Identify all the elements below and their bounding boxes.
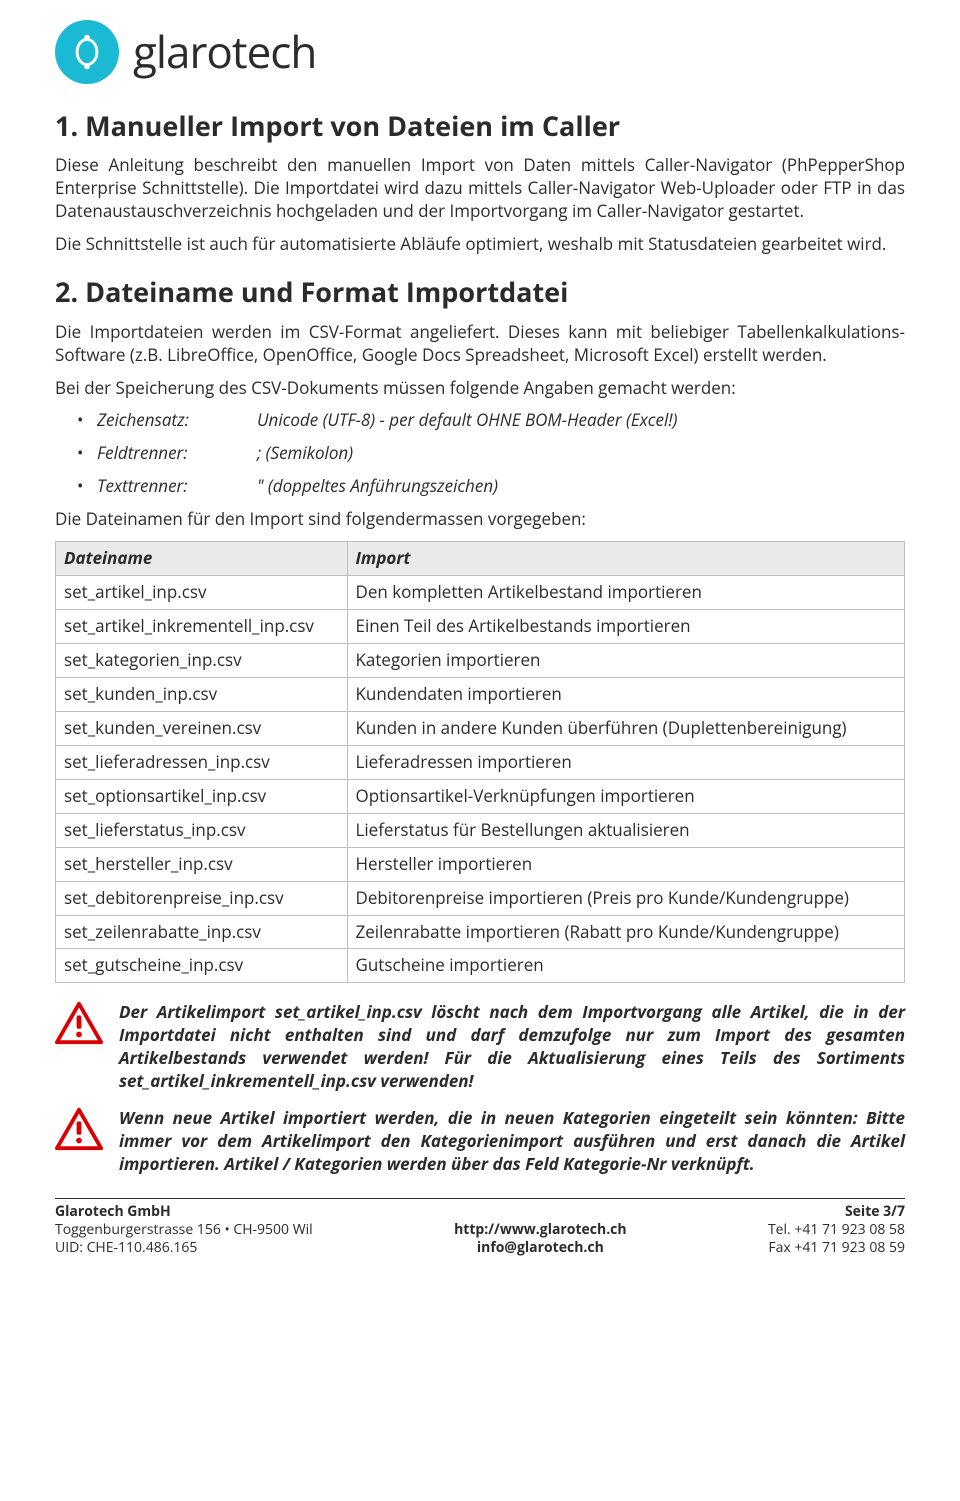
warning-1: Der Artikelimport set_artikel_inp.csv lö… [55, 1001, 905, 1093]
table-cell-import: Optionsartikel-Verknüpfungen importieren [347, 779, 905, 813]
setting-value: ; (Semikolon) [257, 441, 353, 464]
table-row: set_artikel_inkrementell_inp.csvEinen Te… [56, 610, 905, 644]
footer-left: Glarotech GmbH Toggenburgerstrasse 156 •… [55, 1203, 313, 1258]
table-cell-filename: set_lieferadressen_inp.csv [56, 745, 348, 779]
table-cell-import: Zeilenrabatte importieren (Rabatt pro Ku… [347, 915, 905, 949]
footer-center: http://www.glarotech.ch info@glarotech.c… [454, 1203, 627, 1258]
list-item: Zeichensatz:Unicode (UTF-8) - per defaul… [77, 409, 905, 432]
table-row: set_gutscheine_inp.csvGutscheine importi… [56, 949, 905, 983]
table-cell-filename: set_artikel_inkrementell_inp.csv [56, 610, 348, 644]
table-cell-filename: set_debitorenpreise_inp.csv [56, 881, 348, 915]
footer-email: info@glarotech.ch [477, 1238, 604, 1257]
page-footer: Glarotech GmbH Toggenburgerstrasse 156 •… [55, 1198, 905, 1258]
table-header: Import [347, 542, 905, 576]
list-item: Feldtrenner:; (Semikolon) [77, 442, 905, 465]
table-row: set_zeilenrabatte_inp.csvZeilenrabatte i… [56, 915, 905, 949]
brand-logo-icon [55, 20, 119, 84]
warning-text: Der Artikelimport set_artikel_inp.csv lö… [119, 1001, 905, 1093]
paragraph: Die Importdateien werden im CSV-Format a… [55, 321, 905, 367]
footer-page: Seite 3/7 [845, 1202, 905, 1221]
table-cell-filename: set_zeilenrabatte_inp.csv [56, 915, 348, 949]
table-cell-import: Debitorenpreise importieren (Preis pro K… [347, 881, 905, 915]
table-row: set_kategorien_inp.csvKategorien importi… [56, 644, 905, 678]
table-cell-filename: set_optionsartikel_inp.csv [56, 779, 348, 813]
warning-text: Wenn neue Artikel importiert werden, die… [119, 1107, 905, 1176]
table-cell-import: Kundendaten importieren [347, 677, 905, 711]
paragraph: Die Dateinamen für den Import sind folge… [55, 508, 905, 531]
warning-triangle-icon [55, 1001, 103, 1051]
paragraph: Bei der Speicherung des CSV-Dokuments mü… [55, 377, 905, 400]
list-item: Texttrenner:" (doppeltes Anführungszeich… [77, 475, 905, 498]
table-cell-import: Lieferstatus für Bestellungen aktualisie… [347, 813, 905, 847]
brand-header: glarotech [55, 20, 905, 84]
table-row: set_lieferstatus_inp.csvLieferstatus für… [56, 813, 905, 847]
csv-settings-list: Zeichensatz:Unicode (UTF-8) - per defaul… [77, 409, 905, 498]
table-cell-import: Gutscheine importieren [347, 949, 905, 983]
table-cell-import: Kunden in andere Kunden überführen (Dupl… [347, 711, 905, 745]
warning-triangle-icon [55, 1107, 103, 1157]
table-row: set_kunden_vereinen.csvKunden in andere … [56, 711, 905, 745]
heading-2: 2. Dateiname und Format Importdatei [55, 274, 905, 310]
brand-wordmark: glarotech [133, 22, 316, 81]
footer-fax: Fax +41 71 923 08 59 [768, 1238, 905, 1257]
table-row: set_debitorenpreise_inp.csvDebitorenprei… [56, 881, 905, 915]
filenames-table: Dateiname Import set_artikel_inp.csvDen … [55, 541, 905, 983]
table-cell-filename: set_kunden_inp.csv [56, 677, 348, 711]
table-header: Dateiname [56, 542, 348, 576]
table-row: set_kunden_inp.csvKundendaten importiere… [56, 677, 905, 711]
setting-value: " (doppeltes Anführungszeichen) [257, 474, 498, 497]
footer-company: Glarotech GmbH [55, 1202, 171, 1221]
warning-2: Wenn neue Artikel importiert werden, die… [55, 1107, 905, 1176]
paragraph: Die Schnittstelle ist auch für automatis… [55, 233, 905, 256]
setting-key: Texttrenner: [97, 475, 257, 498]
setting-key: Zeichensatz: [97, 409, 257, 432]
table-cell-filename: set_kunden_vereinen.csv [56, 711, 348, 745]
setting-key: Feldtrenner: [97, 442, 257, 465]
paragraph: Diese Anleitung beschreibt den manuellen… [55, 154, 905, 223]
setting-value: Unicode (UTF-8) - per default OHNE BOM-H… [257, 408, 677, 431]
table-cell-import: Einen Teil des Artikelbestands importier… [347, 610, 905, 644]
table-cell-import: Lieferadressen importieren [347, 745, 905, 779]
table-cell-filename: set_hersteller_inp.csv [56, 847, 348, 881]
table-cell-filename: set_gutscheine_inp.csv [56, 949, 348, 983]
table-row: set_lieferadressen_inp.csvLieferadressen… [56, 745, 905, 779]
footer-url: http://www.glarotech.ch [454, 1220, 627, 1239]
footer-right: Seite 3/7 Tel. +41 71 923 08 58 Fax +41 … [768, 1203, 905, 1258]
table-cell-filename: set_artikel_inp.csv [56, 576, 348, 610]
table-cell-import: Den kompletten Artikelbestand importiere… [347, 576, 905, 610]
table-cell-import: Hersteller importieren [347, 847, 905, 881]
table-row: set_artikel_inp.csvDen kompletten Artike… [56, 576, 905, 610]
footer-tel: Tel. +41 71 923 08 58 [768, 1220, 905, 1239]
table-cell-filename: set_lieferstatus_inp.csv [56, 813, 348, 847]
footer-uid: UID: CHE-110.486.165 [55, 1238, 197, 1257]
footer-address: Toggenburgerstrasse 156 • CH-9500 Wil [55, 1220, 313, 1239]
heading-1: 1. Manueller Import von Dateien im Calle… [55, 108, 905, 144]
table-row: set_optionsartikel_inp.csvOptionsartikel… [56, 779, 905, 813]
table-row: set_hersteller_inp.csvHersteller importi… [56, 847, 905, 881]
table-cell-import: Kategorien importieren [347, 644, 905, 678]
table-cell-filename: set_kategorien_inp.csv [56, 644, 348, 678]
